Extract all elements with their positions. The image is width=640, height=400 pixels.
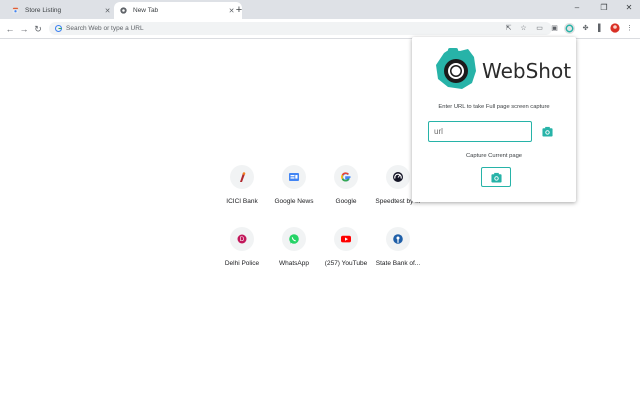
minimize-icon[interactable]: – — [568, 2, 586, 14]
address-bar-placeholder: Search Web or type a URL — [66, 25, 144, 32]
chrome-web-store-icon — [12, 7, 19, 14]
chrome-icon — [120, 7, 127, 14]
shortcut-label: Google News — [274, 198, 314, 205]
profile-avatar-icon[interactable] — [609, 23, 620, 34]
url-input[interactable] — [428, 121, 532, 142]
delhi-police-icon: D — [230, 227, 254, 251]
sbi-icon — [386, 227, 410, 251]
speedtest-icon — [386, 165, 410, 189]
close-window-icon[interactable]: ✕ — [620, 2, 638, 14]
shortcut-label: WhatsApp — [279, 260, 309, 267]
address-bar[interactable]: Search Web or type a URL — [49, 22, 552, 35]
webshot-extension-icon[interactable] — [564, 23, 575, 34]
svg-text:D: D — [240, 237, 245, 243]
tab-title: New Tab — [133, 7, 159, 14]
shortcut-label: Delhi Police — [224, 260, 260, 267]
shortcut-tile[interactable]: Google — [316, 165, 376, 205]
tab-new-tab[interactable]: New Tab ✕ — [114, 2, 242, 19]
google-icon — [334, 165, 358, 189]
bookmark-star-icon[interactable]: ☆ — [518, 23, 529, 34]
extensions-puzzle-icon[interactable]: ✤ — [580, 23, 591, 34]
shortcut-tile[interactable]: Google News — [264, 165, 324, 205]
restore-icon[interactable]: ❐ — [595, 2, 613, 14]
shortcut-label: ICICI Bank — [226, 198, 258, 205]
shortcut-label: (257) YouTube — [324, 260, 368, 267]
tab-title: Store Listing — [25, 7, 62, 14]
capture-url-camera-icon[interactable] — [542, 126, 553, 137]
webshot-logo: WebShot — [434, 47, 571, 91]
tab-search-icon[interactable]: ▣ — [549, 23, 560, 34]
whatsapp-icon — [282, 227, 306, 251]
webshot-popup: WebShot Enter URL to take Full page scre… — [412, 37, 576, 202]
new-tab-plus-icon[interactable]: + — [232, 3, 246, 17]
search-engine-icon — [55, 25, 62, 32]
capture-current-page-button[interactable] — [481, 167, 511, 187]
capture-current-label: Capture Current page — [465, 153, 523, 159]
brand-name: WebShot — [482, 59, 572, 83]
menu-kebab-icon[interactable]: ⋮ — [624, 23, 635, 34]
shortcut-tile[interactable]: (257) YouTube — [316, 227, 376, 267]
shortcut-tile[interactable]: ICICI Bank — [212, 165, 272, 205]
extension-ui-icon[interactable]: ▭ — [534, 23, 545, 34]
tab-store-listing[interactable]: Store Listing ✕ — [6, 2, 118, 19]
instruction-text: Enter URL to take Full page screen captu… — [438, 104, 550, 110]
browser-toolbar: ← → ↻ Search Web or type a URL ⇱ ☆ ▭ ▣ ✤… — [0, 19, 640, 39]
google-news-icon — [282, 165, 306, 189]
youtube-icon — [334, 227, 358, 251]
tab-close-icon[interactable]: ✕ — [103, 7, 112, 15]
shortcut-tile[interactable]: State Bank of... — [368, 227, 428, 267]
shortcut-label: State Bank of... — [375, 260, 421, 267]
shortcut-label: Google — [335, 198, 357, 205]
shortcut-tile[interactable]: D Delhi Police — [212, 227, 272, 267]
side-panel-icon[interactable]: ▌ — [595, 23, 606, 34]
tab-strip: Store Listing ✕ New Tab ✕ + – ❐ ✕ — [0, 0, 640, 19]
reload-icon[interactable]: ↻ — [31, 22, 45, 36]
webshot-camera-logo-icon — [436, 48, 476, 89]
icici-icon — [230, 165, 254, 189]
share-icon[interactable]: ⇱ — [503, 23, 514, 34]
forward-arrow-icon[interactable]: → — [17, 22, 31, 36]
camera-icon — [490, 172, 502, 183]
shortcut-tile[interactable]: WhatsApp — [264, 227, 324, 267]
back-arrow-icon[interactable]: ← — [3, 22, 17, 36]
